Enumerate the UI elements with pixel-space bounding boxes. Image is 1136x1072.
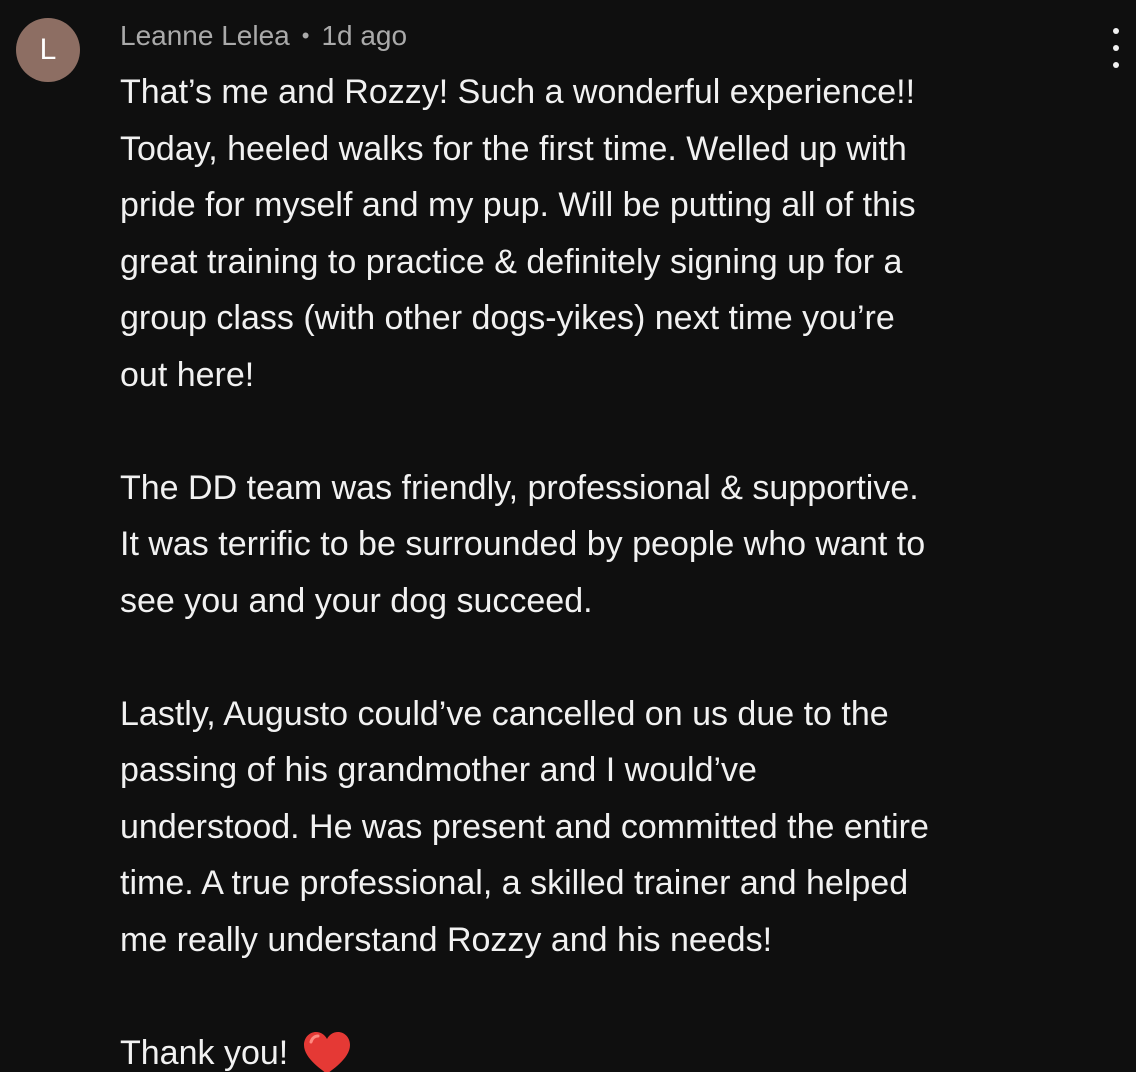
comment-paragraph-1: That’s me and Rozzy! Such a wonderful ex… — [120, 64, 1120, 403]
comment-line: understood. He was present and committed… — [120, 807, 929, 846]
comment-line: great training to practice & definitely … — [120, 242, 903, 281]
comment-line: group class (with other dogs-yikes) next… — [120, 299, 895, 337]
comment-line: time. A true professional, a skilled tra… — [120, 864, 909, 902]
comment-line: see you and your dog succeed. — [120, 581, 593, 620]
more-vertical-icon[interactable] — [1104, 28, 1128, 68]
comment-paragraph-3: Lastly, Augusto could’ve cancelled on us… — [120, 686, 1120, 969]
comment-line: pride for myself and my pup. Will be put… — [120, 186, 916, 224]
comment-line: me really understand Rozzy and his needs… — [120, 920, 773, 959]
red-heart-icon — [304, 1031, 351, 1072]
comment-line: The DD team was friendly, professional &… — [120, 468, 919, 507]
comment-line: Lastly, Augusto could’ve cancelled on us… — [120, 694, 889, 733]
separator-dot: • — [301, 23, 310, 48]
comment-body: That’s me and Rozzy! Such a wonderful ex… — [120, 64, 1120, 1072]
comment-line: That’s me and Rozzy! Such a wonderful ex… — [120, 73, 916, 111]
comment-line: passing of his grandmother and I would’v… — [120, 751, 757, 789]
comment-line: Today, heeled walks for the first time. … — [120, 129, 907, 168]
comment-card: L Leanne Lelea • 1d ago That’s me and Ro… — [0, 0, 1136, 1072]
more-dot — [1113, 45, 1119, 51]
more-dot — [1113, 28, 1119, 34]
closing-text: Thank you! — [120, 1033, 289, 1072]
comment-paragraph-2: The DD team was friendly, professional &… — [120, 460, 1120, 630]
author-name[interactable]: Leanne Lelea — [120, 20, 290, 52]
comment-header: Leanne Lelea • 1d ago — [120, 18, 407, 54]
avatar-letter: L — [39, 33, 57, 66]
timestamp[interactable]: 1d ago — [321, 20, 407, 52]
comment-line: It was terrific to be surrounded by peop… — [120, 525, 926, 563]
closing-line: Thank you! — [120, 1025, 1120, 1072]
avatar[interactable]: L — [16, 18, 80, 82]
heart-shape — [304, 1031, 351, 1072]
comment-line: out here! — [120, 355, 255, 394]
